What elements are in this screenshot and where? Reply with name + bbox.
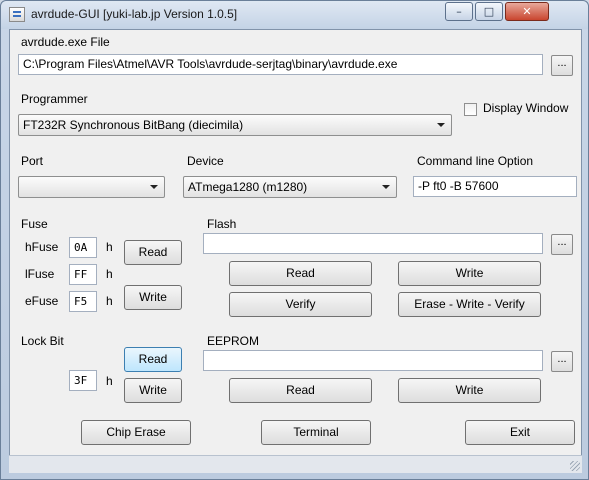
maximize-button[interactable]: □ (475, 2, 503, 21)
lock-bit-read-button[interactable]: Read (124, 347, 182, 372)
flash-write-button[interactable]: Write (398, 261, 541, 286)
eeprom-write-button[interactable]: Write (398, 378, 541, 403)
efuse-input[interactable]: F5 (69, 291, 97, 312)
flash-browse-button[interactable]: ... (551, 234, 573, 255)
lock-bit-write-button[interactable]: Write (124, 378, 182, 403)
fuse-read-button[interactable]: Read (124, 240, 182, 265)
terminal-button[interactable]: Terminal (261, 420, 371, 445)
programmer-value: FT232R Synchronous BitBang (diecimila) (23, 118, 244, 132)
lfuse-label: lFuse (25, 267, 55, 281)
app-icon (9, 7, 25, 22)
port-label: Port (21, 154, 44, 168)
avrdude-file-label: avrdude.exe File (21, 35, 110, 49)
device-select[interactable]: ATmega1280 (m1280) (183, 176, 397, 198)
window-title: avrdude-GUI [yuki-lab.jp Version 1.0.5] (31, 7, 238, 21)
flash-label: Flash (207, 217, 237, 231)
command-option-input[interactable]: -P ft0 -B 57600 (413, 176, 577, 197)
hfuse-label: hFuse (25, 240, 59, 254)
app-window: avrdude-GUI [yuki-lab.jp Version 1.0.5] … (0, 0, 589, 480)
chevron-down-icon (150, 185, 158, 189)
flash-erase-write-verify-button[interactable]: Erase - Write - Verify (398, 292, 541, 317)
hfuse-hex-suffix: h (106, 240, 113, 254)
fuse-write-button[interactable]: Write (124, 285, 182, 310)
lock-bit-input[interactable]: 3F (69, 370, 97, 391)
eeprom-label: EEPROM (207, 334, 260, 348)
fuse-label: Fuse (21, 217, 48, 231)
avrdude-path-input[interactable]: C:\Program Files\Atmel\AVR Tools\avrdude… (18, 54, 543, 75)
avrdude-browse-button[interactable]: ... (551, 55, 573, 76)
flash-file-input[interactable] (203, 233, 543, 254)
eeprom-browse-button[interactable]: ... (551, 351, 573, 372)
display-window-checkbox[interactable] (464, 103, 477, 116)
close-button[interactable]: ✕ (505, 2, 549, 21)
port-select[interactable] (18, 176, 165, 198)
lock-bit-label: Lock Bit (21, 334, 64, 348)
device-value: ATmega1280 (m1280) (188, 180, 308, 194)
efuse-hex-suffix: h (106, 294, 113, 308)
title-bar[interactable]: avrdude-GUI [yuki-lab.jp Version 1.0.5] … (1, 1, 588, 29)
lfuse-input[interactable]: FF (69, 264, 97, 285)
flash-read-button[interactable]: Read (229, 261, 372, 286)
lfuse-hex-suffix: h (106, 267, 113, 281)
command-option-label: Command line Option (417, 154, 534, 168)
chip-erase-button[interactable]: Chip Erase (81, 420, 191, 445)
device-label: Device (187, 154, 224, 168)
status-bar (9, 455, 582, 473)
chevron-down-icon (437, 123, 445, 127)
client-area: avrdude.exe File C:\Program Files\Atmel\… (9, 29, 582, 473)
minimize-button[interactable]: – (445, 2, 473, 21)
programmer-select[interactable]: FT232R Synchronous BitBang (diecimila) (18, 114, 452, 136)
eeprom-read-button[interactable]: Read (229, 378, 372, 403)
efuse-label: eFuse (25, 294, 59, 308)
lock-bit-hex-suffix: h (106, 374, 113, 388)
display-window-label: Display Window (483, 101, 569, 115)
eeprom-file-input[interactable] (203, 350, 543, 371)
exit-button[interactable]: Exit (465, 420, 575, 445)
resize-grip-icon[interactable] (570, 461, 580, 471)
programmer-label: Programmer (21, 92, 88, 106)
chevron-down-icon (382, 185, 390, 189)
flash-verify-button[interactable]: Verify (229, 292, 372, 317)
hfuse-input[interactable]: 0A (69, 237, 97, 258)
